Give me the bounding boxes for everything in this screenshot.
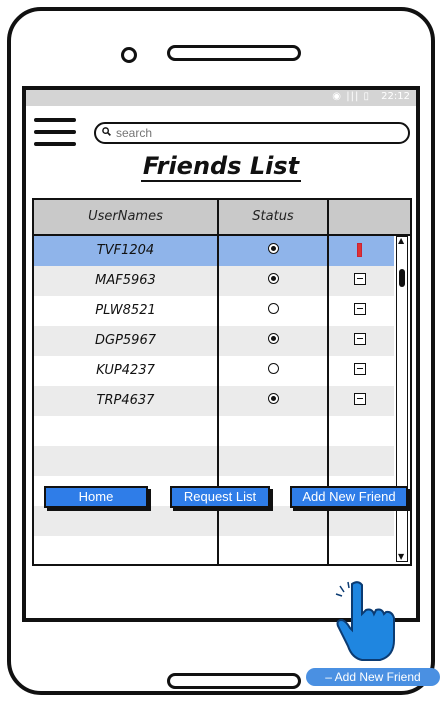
username-cell: MAF5963 [95, 273, 156, 288]
table-row [34, 416, 394, 446]
table-row [34, 506, 394, 536]
home-hardware-button[interactable] [167, 673, 301, 689]
signal-battery-icons: ◉ ||| ▯ [332, 91, 370, 102]
status-bar: ◉ ||| ▯ 22:12 [26, 90, 416, 106]
add-new-friend-tooltip: – Add New Friend [306, 668, 440, 686]
scroll-thumb[interactable] [398, 269, 405, 287]
remove-friend-icon[interactable] [357, 243, 362, 257]
status-radio-icon[interactable] [268, 243, 282, 257]
remove-friend-icon[interactable] [354, 393, 366, 405]
remove-friend-icon[interactable] [354, 273, 366, 285]
add-new-friend-button[interactable]: Add New Friend [290, 486, 408, 508]
remove-friend-icon[interactable] [354, 363, 366, 375]
table-row [34, 536, 394, 564]
status-radio-icon[interactable] [268, 303, 282, 317]
status-time: 22:12 [381, 91, 410, 102]
column-divider [327, 200, 329, 564]
username-cell: KUP4237 [96, 363, 155, 378]
home-button[interactable]: Home [44, 486, 148, 508]
remove-friend-icon[interactable] [354, 333, 366, 345]
table-row[interactable]: TVF1204 [34, 236, 394, 266]
username-cell: DGP5967 [94, 333, 156, 348]
status-radio-icon[interactable] [268, 273, 282, 287]
table-row [34, 446, 394, 476]
search-icon [102, 126, 111, 139]
friends-table: UserNames Status TVF1204 MAF5963 PLW8521 DG… [32, 198, 412, 566]
header-status: Status [252, 209, 294, 224]
username-cell: TVF1204 [96, 243, 155, 258]
search-input[interactable] [116, 125, 396, 141]
search-bar[interactable] [94, 122, 410, 144]
status-radio-icon[interactable] [268, 333, 282, 347]
table-row[interactable]: PLW8521 [34, 296, 394, 326]
app-screen: ◉ ||| ▯ 22:12 Friends List UserNames Sta… [22, 86, 420, 622]
table-row[interactable]: MAF5963 [34, 266, 394, 296]
page-title: Friends List [26, 152, 416, 182]
request-list-button[interactable]: Request List [170, 486, 270, 508]
table-header: UserNames Status [34, 200, 410, 236]
username-cell: PLW8521 [95, 303, 156, 318]
status-radio-icon[interactable] [268, 363, 282, 377]
menu-icon[interactable] [34, 118, 76, 152]
column-divider [217, 200, 219, 564]
table-scrollbar[interactable]: ▲ ▼ [396, 236, 408, 562]
scroll-up-icon[interactable]: ▲ [398, 237, 406, 245]
speaker-grille [167, 45, 301, 61]
camera-icon [121, 47, 137, 63]
header-usernames: UserNames [88, 209, 163, 224]
table-row[interactable]: KUP4237 [34, 356, 394, 386]
table-row[interactable]: DGP5967 [34, 326, 394, 356]
status-radio-icon[interactable] [268, 393, 282, 407]
pointer-hand-icon [335, 581, 395, 661]
remove-friend-icon[interactable] [354, 303, 366, 315]
page-title-text: Friends List [140, 152, 302, 182]
username-cell: TRP4637 [96, 393, 155, 408]
table-row[interactable]: TRP4637 [34, 386, 394, 416]
scroll-down-icon[interactable]: ▼ [398, 553, 406, 561]
